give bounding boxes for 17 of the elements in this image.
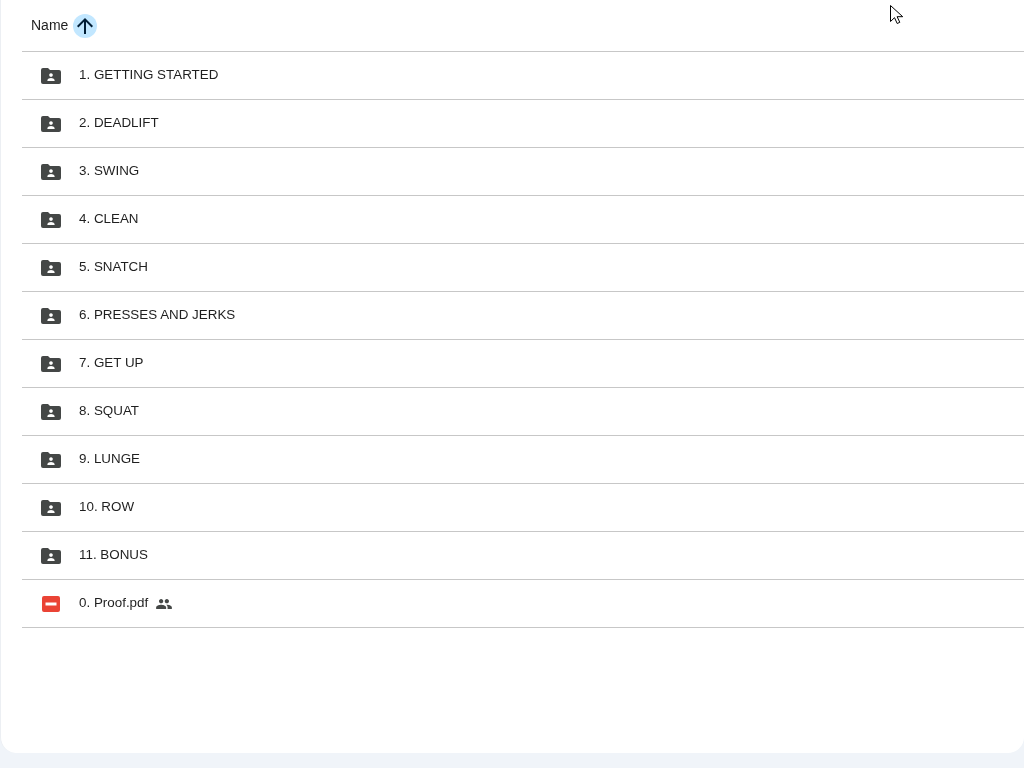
file-name: 1. GETTING STARTED: [79, 66, 219, 85]
file-name: 9. LUNGE: [79, 450, 141, 469]
file-name: 0. Proof.pdf: [79, 594, 149, 613]
file-name: 11. BONUS: [79, 546, 148, 565]
pdf-file-icon: [42, 595, 60, 612]
file-name: 3. SWING: [79, 162, 140, 181]
file-name: 2. DEADLIFT: [79, 114, 159, 133]
mouse-pointer-icon: [890, 5, 903, 24]
file-name: 7. GET UP: [79, 354, 144, 373]
file-name: 4. CLEAN: [79, 210, 139, 229]
file-name: 10. ROW: [79, 498, 135, 517]
file-name: 5. SNATCH: [79, 258, 148, 277]
file-name: 6. PRESSES AND JERKS: [79, 306, 236, 325]
sort-button[interactable]: [73, 13, 98, 38]
arrow-up-icon: [77, 17, 94, 34]
column-header: Name: [31, 16, 69, 35]
file-name: 8. SQUAT: [79, 402, 140, 421]
